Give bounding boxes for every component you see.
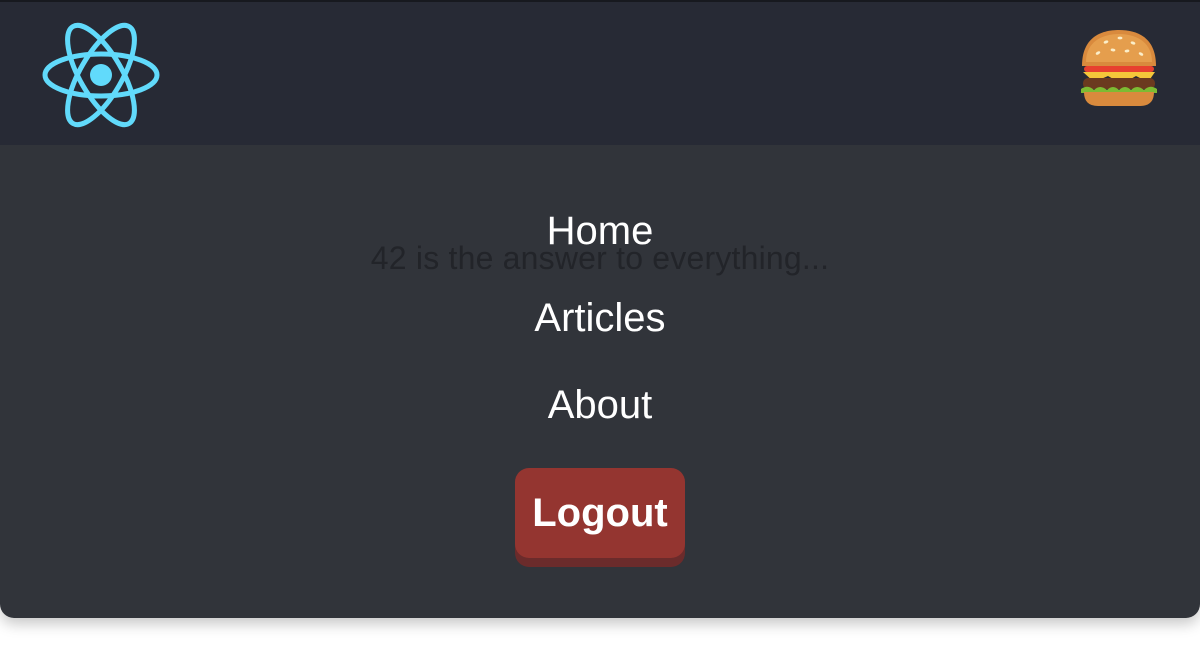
app-frame: 42 is the answer to everything... Home A… — [0, 0, 1200, 618]
menu-item-label[interactable]: Home — [547, 209, 654, 253]
menu-item-label[interactable]: About — [548, 383, 653, 427]
menu-item-articles[interactable]: Articles — [0, 298, 1200, 338]
menu-item-label[interactable]: Articles — [534, 296, 665, 340]
logout-container: Logout — [515, 468, 685, 566]
hamburger-emoji-icon[interactable] — [1078, 26, 1160, 110]
menu-item-home[interactable]: Home — [0, 211, 1200, 251]
menu-item-about[interactable]: About — [0, 385, 1200, 425]
header-bar — [0, 2, 1200, 145]
logout-button[interactable]: Logout — [515, 468, 685, 558]
react-atom-icon[interactable] — [40, 20, 162, 130]
